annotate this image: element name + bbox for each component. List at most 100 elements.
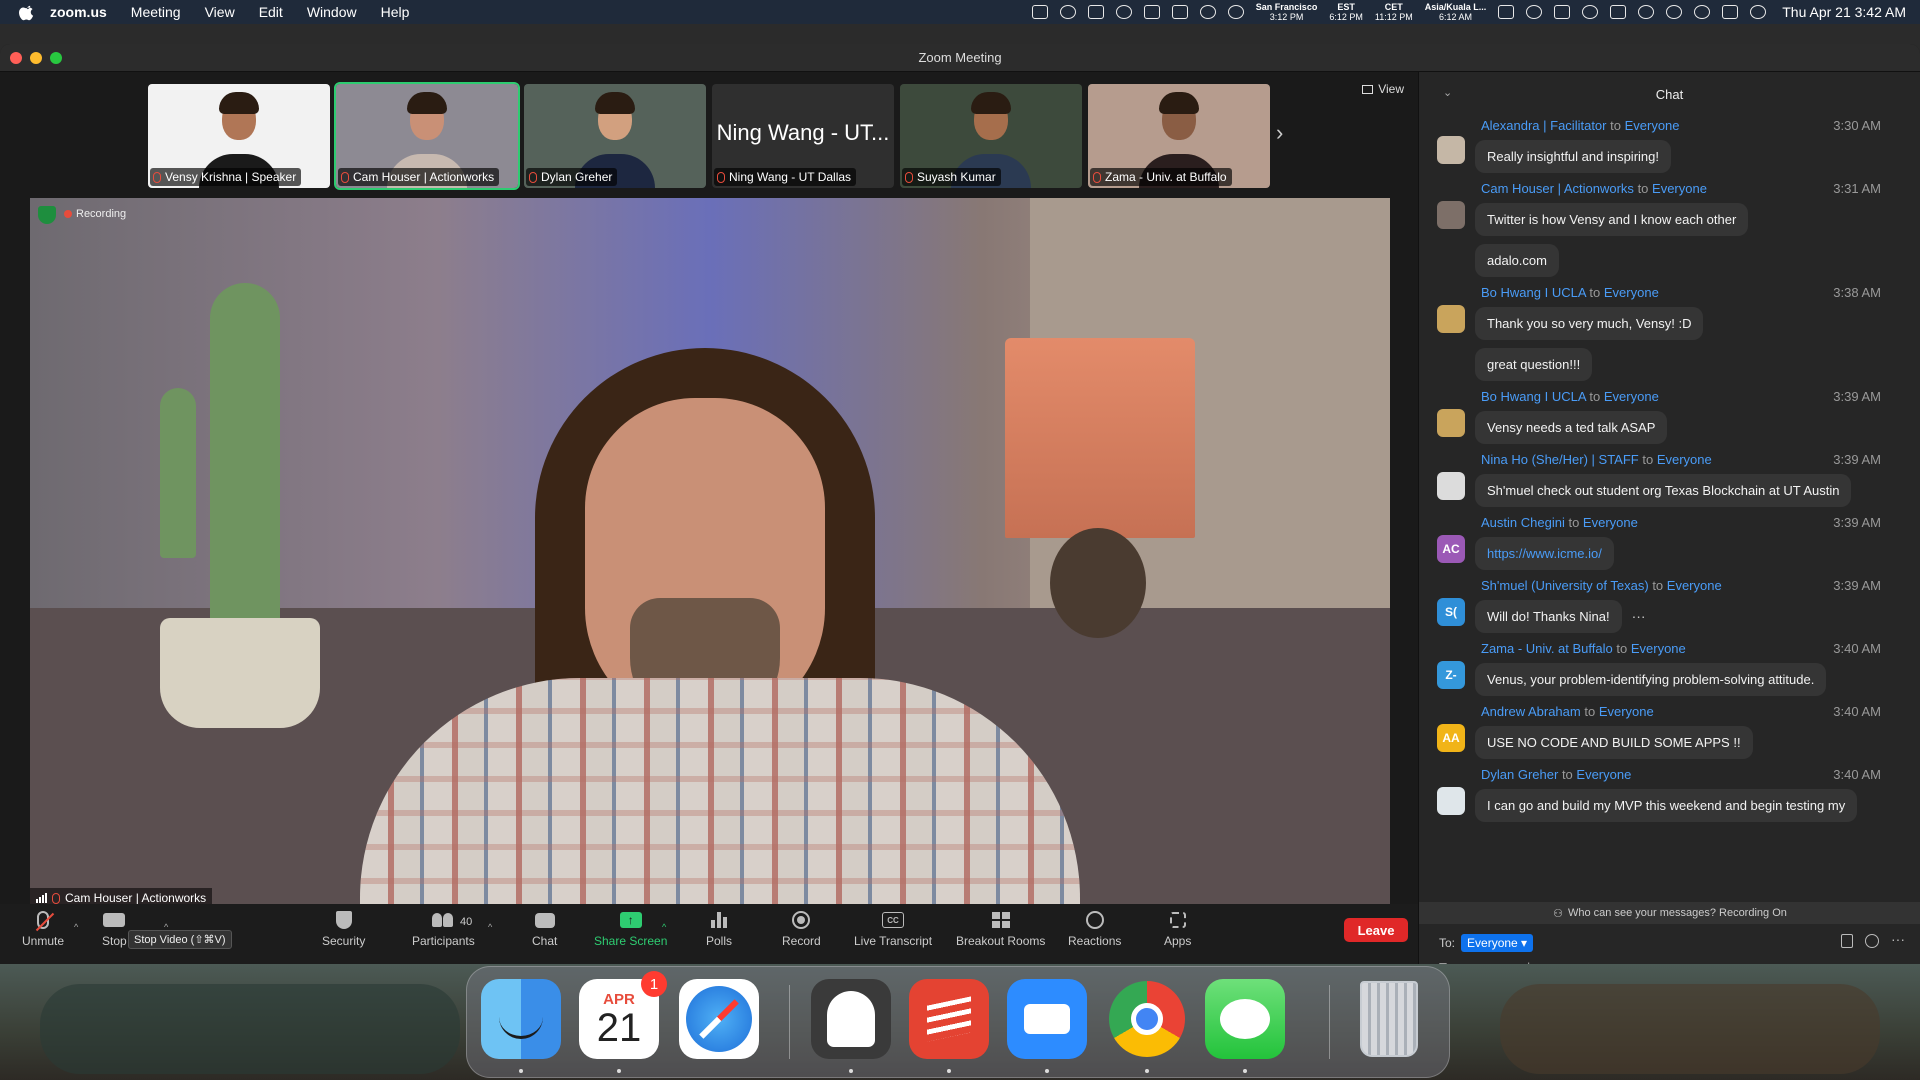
screen-share-tray-icon[interactable] — [1087, 5, 1104, 19]
vpn-icon[interactable] — [1582, 5, 1599, 19]
participant-tile[interactable]: Dylan Greher — [524, 84, 706, 188]
dock-bear[interactable] — [811, 979, 891, 1059]
more-options-icon[interactable]: ··· — [1891, 932, 1905, 948]
wifi-icon[interactable] — [1666, 5, 1683, 19]
participant-tile[interactable]: Vensy Krishna | Speaker — [148, 84, 330, 188]
view-button[interactable]: View — [1362, 82, 1404, 96]
chevron-right-icon[interactable]: › — [1276, 120, 1283, 146]
participant-tile[interactable]: Cam Houser | Actionworks — [334, 82, 520, 190]
play-icon[interactable] — [1526, 5, 1543, 19]
recipient-dropdown[interactable]: Everyone ▾ — [1461, 934, 1534, 952]
avatar[interactable] — [1437, 472, 1465, 500]
dock-calendar[interactable]: APR 21 1 — [579, 971, 667, 1059]
control-center-icon[interactable] — [1722, 5, 1739, 19]
chat-bubble[interactable]: https://www.icme.io/ — [1475, 537, 1614, 570]
chat-message[interactable]: Zama - Univ. at Buffalo to Everyone 3:40 … — [1419, 641, 1920, 700]
chat-message[interactable]: Austin Chegini to Everyone 3:39 AM AC https… — [1419, 515, 1920, 574]
stop-video-button[interactable]: Stop — [102, 910, 127, 948]
avatar[interactable]: S( — [1437, 598, 1465, 626]
avatar[interactable]: Z- — [1437, 661, 1465, 689]
chat-message[interactable]: Cam Houser | Actionworks to Everyone 3:31… — [1419, 181, 1920, 281]
volume-icon[interactable] — [1498, 5, 1515, 19]
minimize-window-button[interactable] — [30, 52, 42, 64]
chat-sender[interactable]: Bo Hwang I UCLA — [1481, 389, 1586, 404]
encryption-shield-icon[interactable] — [38, 206, 56, 224]
dock-chrome[interactable] — [1107, 979, 1187, 1059]
menu-meeting[interactable]: Meeting — [131, 4, 181, 20]
chat-sender[interactable]: Alexandra | Facilitator — [1481, 118, 1607, 133]
avatar[interactable]: AA — [1437, 724, 1465, 752]
chat-sender[interactable]: Austin Chegini — [1481, 515, 1565, 530]
siri-icon[interactable] — [1750, 5, 1767, 19]
recording-indicator[interactable]: Recording — [64, 208, 126, 220]
battery-icon[interactable] — [1610, 5, 1627, 19]
chat-message[interactable]: Sh'muel (University of Texas) to Everyon… — [1419, 578, 1920, 637]
avatar[interactable]: AC — [1437, 535, 1465, 563]
polls-button[interactable]: Polls — [706, 910, 732, 948]
creative-cloud-icon[interactable] — [1059, 5, 1076, 19]
avatar[interactable] — [1437, 201, 1465, 229]
menubar-clock[interactable]: Thu Apr 21 3:42 AM — [1782, 4, 1906, 20]
chat-sender[interactable]: Sh'muel (University of Texas) — [1481, 578, 1649, 593]
share-screen-button[interactable]: ↑ Share Screen — [594, 910, 667, 948]
car-icon[interactable] — [1554, 5, 1571, 19]
chat-sender[interactable]: Zama - Univ. at Buffalo — [1481, 641, 1613, 656]
menu-edit[interactable]: Edit — [259, 4, 283, 20]
status-circle-icon[interactable] — [1199, 5, 1216, 19]
chat-message[interactable]: Dylan Greher to Everyone 3:40 AM I can go … — [1419, 767, 1920, 826]
apple-menu-icon[interactable] — [18, 3, 36, 21]
plus-tray-icon[interactable] — [1143, 5, 1160, 19]
globe-tray-icon[interactable] — [1227, 5, 1244, 19]
chat-sender[interactable]: Nina Ho (She/Her) | STAFF — [1481, 452, 1639, 467]
menu-view[interactable]: View — [205, 4, 235, 20]
dock-safari[interactable] — [679, 979, 759, 1059]
record-button[interactable]: Record — [782, 910, 821, 948]
breakout-rooms-button[interactable]: Breakout Rooms — [956, 910, 1045, 948]
menu-window[interactable]: Window — [307, 4, 357, 20]
reactions-button[interactable]: Reactions — [1068, 910, 1121, 948]
menu-help[interactable]: Help — [381, 4, 410, 20]
chat-sender[interactable]: Cam Houser | Actionworks — [1481, 181, 1634, 196]
dock-todoist[interactable] — [909, 979, 989, 1059]
avatar[interactable] — [1437, 136, 1465, 164]
chat-message[interactable]: Andrew Abraham to Everyone 3:40 AM AA USE N… — [1419, 704, 1920, 763]
chat-message[interactable]: Bo Hwang I UCLA to Everyone 3:38 AM Thank … — [1419, 285, 1920, 385]
apps-button[interactable]: Apps — [1164, 910, 1191, 948]
chat-button[interactable]: Chat — [532, 910, 557, 948]
chat-sender[interactable]: Andrew Abraham — [1481, 704, 1581, 719]
participant-tile[interactable]: Ning Wang - UT... Ning Wang - UT Dallas — [712, 84, 894, 188]
chat-message[interactable]: Bo Hwang I UCLA to Everyone 3:39 AM Vensy … — [1419, 389, 1920, 448]
share-options-chevron-icon[interactable]: ^ — [662, 922, 666, 932]
chat-message[interactable]: Alexandra | Facilitator to Everyone 3:30 … — [1419, 116, 1920, 177]
unmute-button[interactable]: Unmute — [22, 910, 64, 948]
brightness-icon[interactable] — [1115, 5, 1132, 19]
participants-chevron-icon[interactable]: ^ — [488, 922, 492, 932]
menu-app-name[interactable]: zoom.us — [50, 4, 107, 20]
dock-messages[interactable] — [1205, 979, 1285, 1059]
file-attach-icon[interactable] — [1841, 934, 1853, 948]
chat-message[interactable]: Nina Ho (She/Her) | STAFF to Everyone 3:3… — [1419, 452, 1920, 511]
chat-sender[interactable]: Bo Hwang I UCLA — [1481, 285, 1586, 300]
spotlight-search-icon[interactable] — [1694, 5, 1711, 19]
audio-options-chevron-icon[interactable]: ^ — [74, 922, 78, 932]
message-more-icon[interactable]: ··· — [1632, 608, 1646, 624]
leave-meeting-button[interactable]: Leave — [1344, 918, 1408, 942]
chat-privacy-notice[interactable]: ⚇ Who can see your messages? Recording O… — [1419, 902, 1920, 924]
fullscreen-window-button[interactable] — [50, 52, 62, 64]
chat-sender[interactable]: Dylan Greher — [1481, 767, 1558, 782]
bluetooth-icon[interactable] — [1638, 5, 1655, 19]
chat-message-list[interactable]: Alexandra | Facilitator to Everyone 3:30 … — [1419, 116, 1920, 902]
notes-tray-icon[interactable] — [1171, 5, 1188, 19]
live-transcript-button[interactable]: CC Live Transcript — [854, 910, 932, 948]
participant-tile[interactable]: Zama - Univ. at Buffalo — [1088, 84, 1270, 188]
dock-finder[interactable] — [481, 979, 561, 1059]
emoji-icon[interactable] — [1865, 934, 1879, 948]
avatar[interactable] — [1437, 409, 1465, 437]
zoom-tray-icon[interactable] — [1031, 5, 1048, 19]
active-speaker-video[interactable]: Recording Cam Houser | Actionworks — [30, 198, 1390, 908]
avatar[interactable] — [1437, 787, 1465, 815]
chevron-down-icon[interactable]: ⌄ — [1443, 86, 1452, 99]
dock-trash[interactable] — [1349, 979, 1429, 1059]
dock-zoom[interactable] — [1007, 979, 1087, 1059]
participant-tile[interactable]: Suyash Kumar — [900, 84, 1082, 188]
